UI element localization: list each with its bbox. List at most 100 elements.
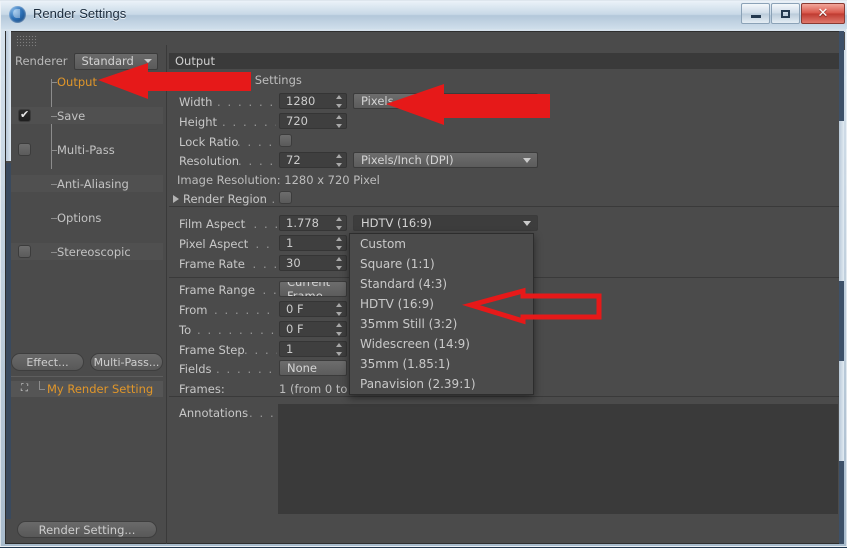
renderer-select[interactable]: Standard bbox=[73, 52, 158, 70]
window-titlebar[interactable]: Render Settings ✕ bbox=[1, 1, 847, 29]
checkbox-save[interactable] bbox=[18, 108, 31, 122]
minimize-button[interactable] bbox=[741, 3, 770, 24]
width-dots: . . . . . . . . . bbox=[217, 95, 275, 109]
to-input[interactable]: 0 F bbox=[279, 321, 347, 337]
frame-rate-stepper[interactable] bbox=[335, 257, 342, 270]
dropdown-option[interactable]: Standard (4:3) bbox=[350, 274, 533, 294]
frame-step-dots: . . . . . . bbox=[244, 343, 277, 357]
width-unit-select[interactable]: Pixels bbox=[353, 93, 538, 109]
height-stepper[interactable] bbox=[335, 115, 342, 128]
film-aspect-stepper[interactable] bbox=[335, 217, 342, 230]
from-input[interactable]: 0 F bbox=[279, 301, 347, 317]
multipass-button[interactable]: Multi-Pass... bbox=[90, 353, 163, 371]
window-controls: ✕ bbox=[741, 3, 845, 24]
film-aspect-dropdown-list[interactable]: Custom Square (1:1) Standard (4:3) HDTV … bbox=[349, 233, 534, 395]
pixel-aspect-dots: . . . . . bbox=[245, 237, 277, 251]
dropdown-option[interactable]: Square (1:1) bbox=[350, 254, 533, 274]
sidebar-item-label: Anti-Aliasing bbox=[57, 176, 129, 191]
sidebar-item-output[interactable]: Output bbox=[11, 73, 163, 90]
width-unit-value: Pixels bbox=[361, 94, 394, 108]
width-stepper[interactable] bbox=[335, 95, 342, 108]
dropdown-option[interactable]: 35mm (1.85:1) bbox=[350, 354, 533, 374]
dropdown-option[interactable]: Widescreen (14:9) bbox=[350, 334, 533, 354]
sidebar-item-multipass[interactable]: Multi-Pass bbox=[11, 141, 163, 158]
lock-ratio-row: Lock Ratio . . . . . . bbox=[179, 133, 819, 152]
lock-ratio-checkbox[interactable] bbox=[279, 134, 292, 147]
render-setting-button[interactable]: Render Setting... bbox=[17, 521, 157, 538]
dropdown-option[interactable]: Custom bbox=[350, 234, 533, 254]
render-region-row: Render Region . . bbox=[173, 190, 819, 209]
c4d-logo-icon bbox=[9, 6, 26, 23]
dropdown-option-hdtv[interactable]: HDTV (16:9) bbox=[350, 294, 533, 314]
pixel-aspect-label: Pixel Aspect bbox=[179, 237, 249, 251]
settings-tree: Output Save Multi-Pass Anti-Aliasing Opt… bbox=[11, 73, 163, 260]
right-scrollbar-thumb[interactable] bbox=[839, 121, 844, 281]
film-aspect-label: Film Aspect bbox=[179, 217, 246, 231]
renderer-label: Renderer bbox=[15, 54, 68, 68]
renderer-value: Standard bbox=[81, 54, 134, 68]
chevron-down-icon bbox=[143, 59, 152, 63]
resolution-stepper[interactable] bbox=[335, 154, 342, 167]
annotations-label: Annotations bbox=[179, 406, 249, 420]
resolution-value: 72 bbox=[286, 153, 301, 167]
annotations-textarea[interactable] bbox=[278, 404, 838, 514]
resolution-unit-value: Pixels/Inch (DPI) bbox=[361, 153, 454, 167]
sidebar-item-stereoscopic[interactable]: Stereoscopic bbox=[11, 243, 163, 260]
height-input[interactable]: 720 bbox=[279, 113, 347, 129]
sidebar-item-options[interactable]: Options bbox=[11, 209, 163, 226]
film-aspect-dots: . . . . . bbox=[243, 217, 277, 231]
dropdown-option[interactable]: Panavision (2.39:1) bbox=[350, 374, 533, 394]
width-row: Width . . . . . . . . . 1280 Pixels bbox=[179, 93, 819, 112]
pixel-aspect-input[interactable]: 1 bbox=[279, 235, 347, 251]
film-aspect-preset-select[interactable]: HDTV (16:9) bbox=[353, 215, 538, 231]
film-aspect-row: Film Aspect . . . . . 1.778 HDTV (16:9) bbox=[179, 215, 819, 234]
window-title: Render Settings bbox=[33, 6, 127, 21]
checkbox-multipass[interactable] bbox=[18, 143, 31, 156]
frame-step-input[interactable]: 1 bbox=[279, 341, 347, 357]
fields-dots: . . . . . . . . . . bbox=[216, 362, 277, 376]
sidebar-item-antialiasing[interactable]: Anti-Aliasing bbox=[11, 175, 163, 192]
checkbox-stereoscopic[interactable] bbox=[18, 245, 31, 258]
from-stepper[interactable] bbox=[335, 303, 342, 316]
renderer-row: Renderer Standard bbox=[15, 51, 165, 71]
pixel-aspect-stepper[interactable] bbox=[335, 237, 342, 250]
maximize-button[interactable] bbox=[771, 3, 800, 24]
sidebar-item-label: Stereoscopic bbox=[57, 244, 131, 259]
resolution-row: Resolution . . . . . . 72 Pixels/Inch (D… bbox=[179, 152, 819, 171]
frame-step-stepper[interactable] bbox=[335, 343, 342, 356]
resolution-input[interactable]: 72 bbox=[279, 152, 347, 168]
render-region-expander-icon[interactable] bbox=[173, 195, 179, 203]
film-aspect-input[interactable]: 1.778 bbox=[279, 215, 347, 231]
fields-select[interactable]: None bbox=[279, 360, 347, 376]
width-input[interactable]: 1280 bbox=[279, 93, 347, 109]
drag-grip-icon[interactable] bbox=[16, 35, 38, 47]
film-aspect-value: 1.778 bbox=[286, 216, 319, 230]
render-region-checkbox[interactable] bbox=[279, 191, 292, 204]
frame-range-select[interactable]: Current Frame bbox=[279, 281, 347, 297]
close-icon: ✕ bbox=[817, 6, 829, 21]
resolution-unit-select[interactable]: Pixels/Inch (DPI) bbox=[353, 152, 538, 168]
fields-value: None bbox=[287, 361, 318, 375]
effect-button[interactable]: Effect... bbox=[11, 353, 84, 371]
dropdown-option[interactable]: 35mm Still (3:2) bbox=[350, 314, 533, 334]
sidebar-item-save[interactable]: Save bbox=[11, 107, 163, 124]
frame-rate-input[interactable]: 30 bbox=[279, 255, 347, 271]
render-preset-row[interactable]: ⛶ My Render Setting bbox=[11, 381, 163, 397]
right-scrollbar-thumb-lower[interactable] bbox=[839, 361, 844, 461]
render-region-label: Render Region bbox=[183, 192, 267, 206]
from-value: 0 F bbox=[286, 302, 304, 316]
height-label: Height bbox=[179, 115, 218, 129]
frame-range-label: Frame Range bbox=[179, 283, 255, 297]
resolution-dots: . . . . . . bbox=[238, 154, 276, 168]
tree-action-buttons: Effect... Multi-Pass... bbox=[11, 353, 163, 371]
right-scrollbar-track[interactable] bbox=[839, 31, 844, 544]
close-button[interactable]: ✕ bbox=[801, 3, 845, 24]
custom-settings-expander-icon[interactable] bbox=[185, 72, 200, 87]
sidebar-item-label: Output bbox=[57, 74, 97, 89]
film-aspect-preset-value: HDTV (16:9) bbox=[361, 216, 432, 230]
frame-step-value: 1 bbox=[286, 342, 294, 356]
frame-rate-value: 30 bbox=[286, 256, 301, 270]
to-stepper[interactable] bbox=[335, 323, 342, 336]
height-row: Height . . . . . . . . . 720 bbox=[179, 113, 819, 132]
panel-toolbar bbox=[6, 32, 845, 50]
